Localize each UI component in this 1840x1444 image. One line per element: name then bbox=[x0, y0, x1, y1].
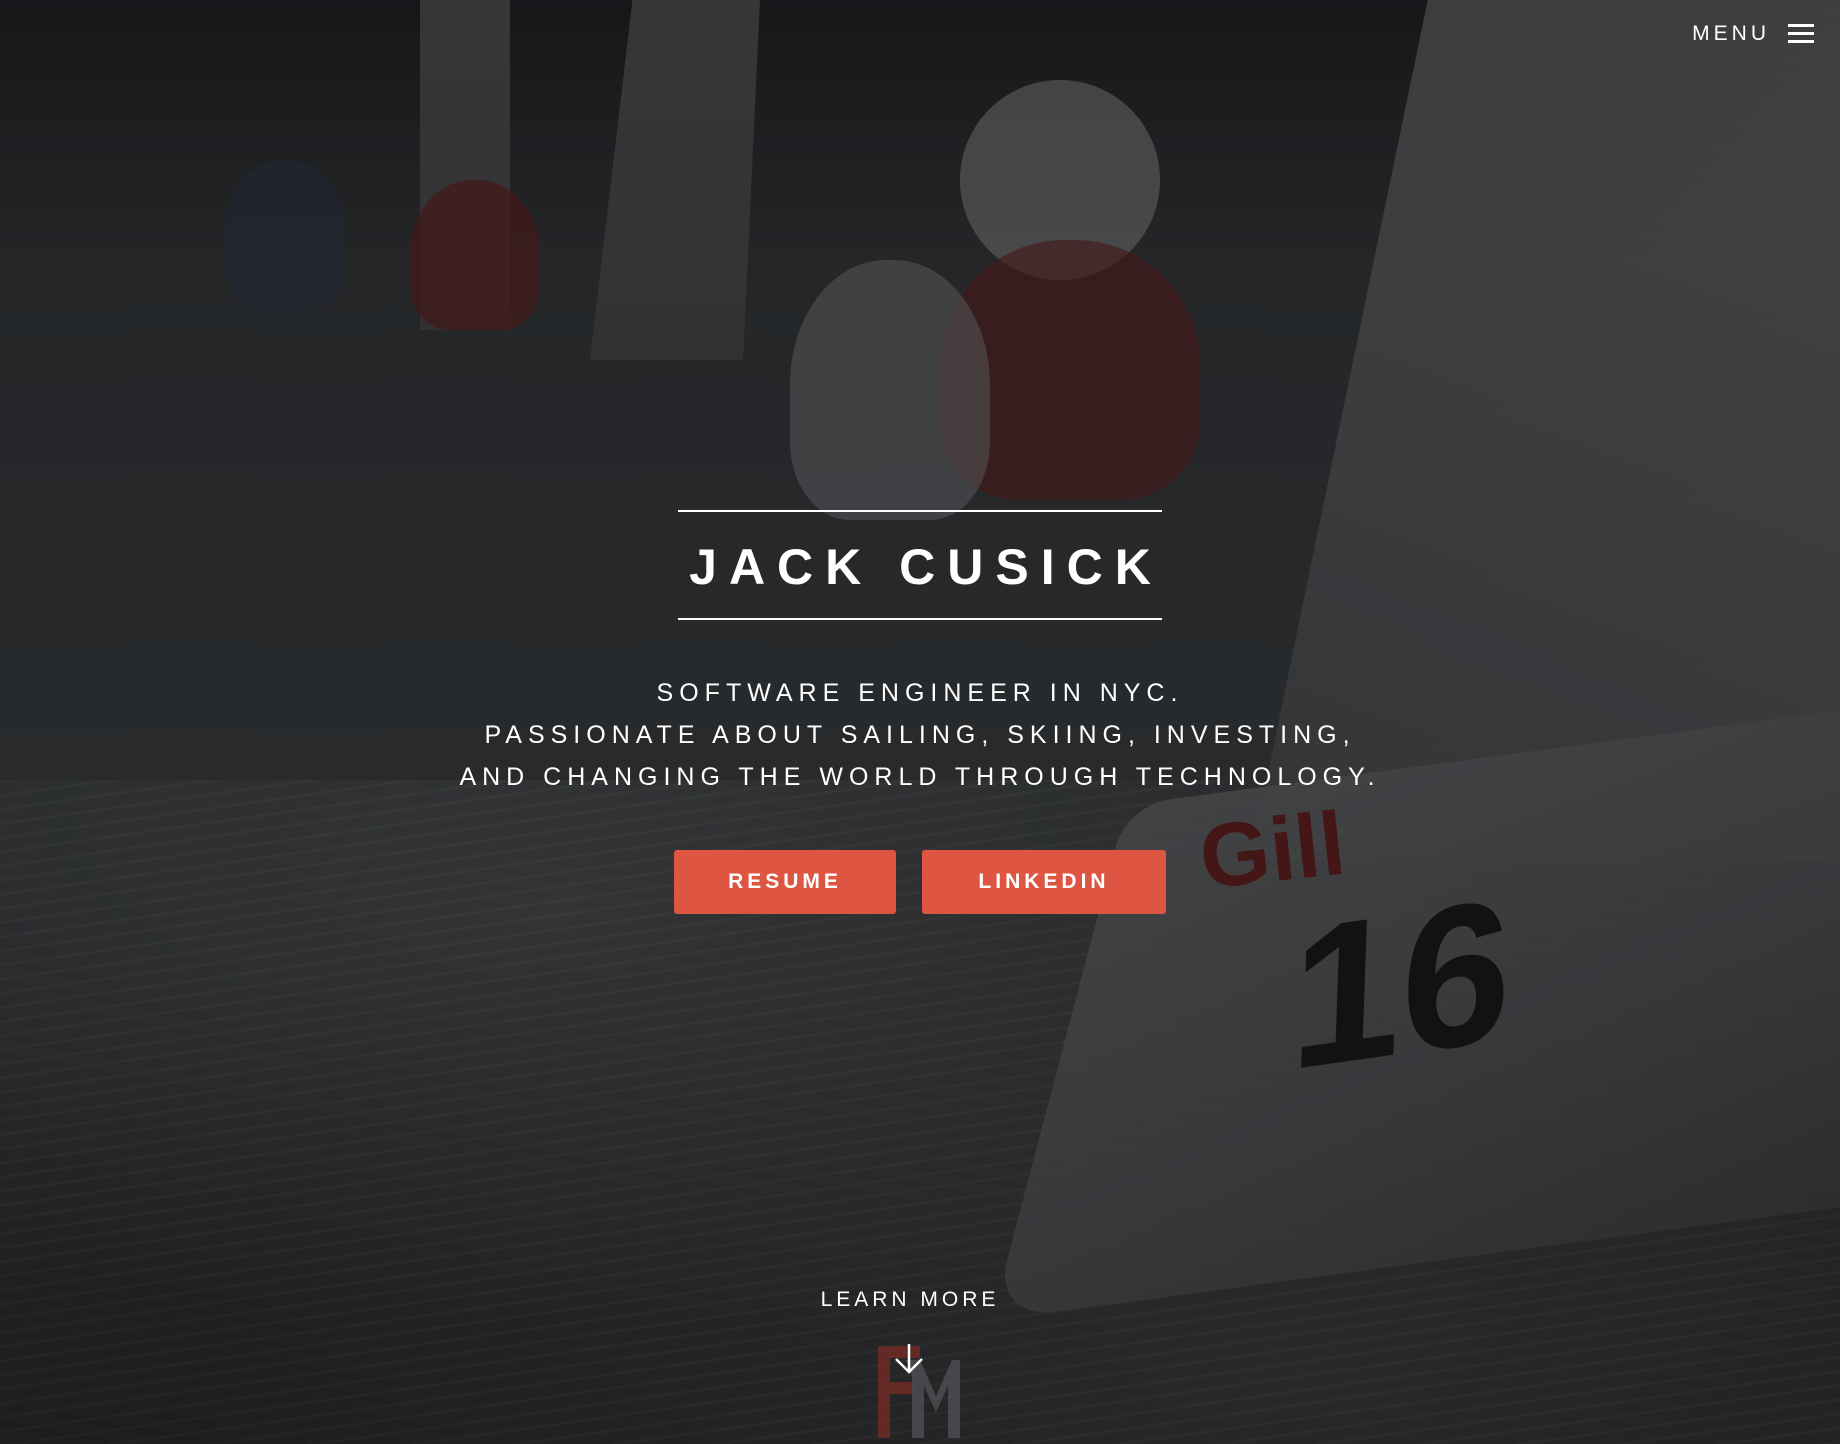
hamburger-icon bbox=[1788, 24, 1814, 44]
hero-section: Gill 16 MENU JACK CUSICK SOFTWARE ENGINE… bbox=[0, 0, 1840, 1444]
learn-more-link[interactable]: LEARN MORE bbox=[0, 1288, 1820, 1312]
hero-name: JACK CUSICK bbox=[689, 539, 1163, 595]
linkedin-button[interactable]: LINKEDIN bbox=[922, 850, 1166, 914]
menu-label: MENU bbox=[1692, 22, 1770, 45]
tagline-line-1: SOFTWARE ENGINEER IN NYC. bbox=[656, 679, 1184, 707]
menu-button[interactable]: MENU bbox=[1692, 22, 1814, 46]
tagline-line-2: PASSIONATE ABOUT SAILING, SKIING, INVEST… bbox=[484, 721, 1356, 749]
resume-button[interactable]: RESUME bbox=[674, 850, 896, 914]
hero-tagline: SOFTWARE ENGINEER IN NYC. PASSIONATE ABO… bbox=[0, 672, 1840, 798]
hero-content: JACK CUSICK SOFTWARE ENGINEER IN NYC. PA… bbox=[0, 510, 1840, 914]
hero-buttons: RESUME LINKEDIN bbox=[0, 850, 1840, 914]
tagline-line-3: AND CHANGING THE WORLD THROUGH TECHNOLOG… bbox=[459, 763, 1381, 791]
name-bottom-rule bbox=[678, 618, 1162, 620]
arrow-down-icon[interactable] bbox=[892, 1342, 926, 1376]
